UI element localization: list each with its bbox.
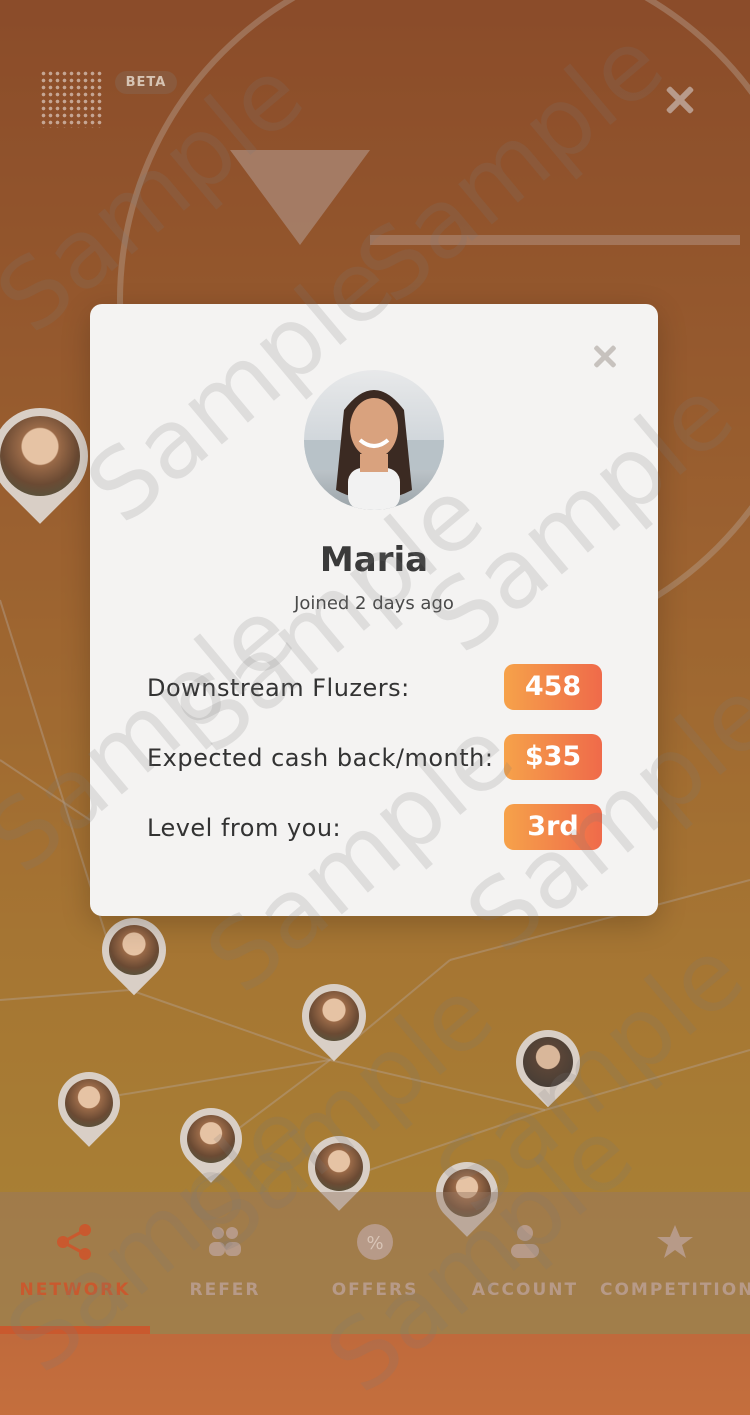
map-pin[interactable] [167,1095,255,1183]
avatar [304,370,444,510]
app-logo [40,70,104,128]
tab-network[interactable]: NETWORK [0,1192,150,1334]
avatar [187,1115,235,1163]
stat-value-cashback: $35 [504,734,602,780]
avatar [109,925,159,975]
tab-refer[interactable]: REFER [150,1192,300,1334]
profile-photo [304,390,444,510]
tab-label: ACCOUNT [471,1280,579,1300]
active-tab-indicator [0,1326,150,1334]
map-pin[interactable] [45,1059,133,1147]
joined-text: Joined 2 days ago [294,593,454,614]
map-pin[interactable] [295,1123,383,1211]
map-pin[interactable] [88,904,180,996]
map-pin[interactable] [288,970,380,1062]
stat-label-level: Level from you: [147,814,342,842]
avatar [523,1037,573,1087]
tab-account[interactable]: ACCOUNT [450,1192,600,1334]
avatar [309,991,359,1041]
close-icon[interactable] [660,80,700,120]
beta-badge: BETA [115,71,177,94]
tab-label: COMPETITION [600,1280,750,1300]
avatar [0,416,80,496]
close-icon[interactable] [590,342,620,372]
map-pin[interactable] [502,1016,594,1108]
stat-label-cashback: Expected cash back/month: [147,744,494,772]
map-pin[interactable] [0,388,108,524]
avatar [65,1079,113,1127]
star-icon [657,1225,693,1258]
stat-value-downstream: 458 [504,664,602,710]
person-icon [511,1225,539,1258]
avatar [315,1143,363,1191]
stat-label-downstream: Downstream Fluzers: [147,674,410,702]
tab-label: REFER [189,1280,261,1300]
tab-offers[interactable]: % OFFERS [300,1192,450,1334]
tab-label: OFFERS [331,1280,419,1300]
stat-value-level: 3rd [504,804,602,850]
profile-name: Maria [319,540,429,580]
tab-label: NETWORK [19,1280,131,1300]
svg-text:%: % [366,1233,383,1254]
tab-competition[interactable]: COMPETITION [600,1192,750,1334]
people-icon [209,1227,241,1256]
share-icon [57,1224,91,1260]
percent-badge-icon: % [357,1224,393,1260]
